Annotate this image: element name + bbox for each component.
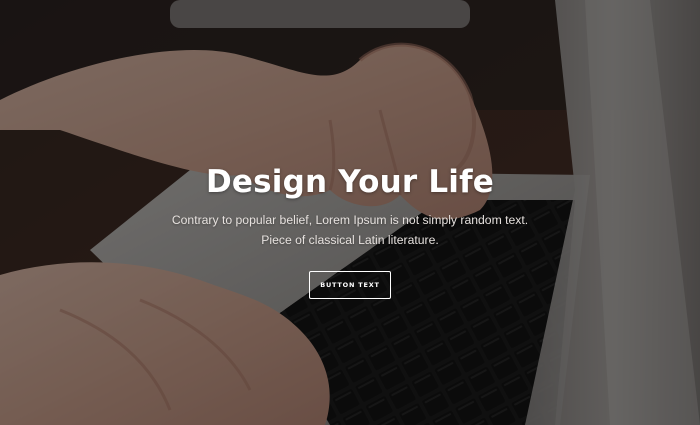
hero-title: Design Your Life — [205, 164, 495, 200]
hero-section: Design Your Life Contrary to popular bel… — [0, 0, 700, 425]
hero-content: Design Your Life Contrary to popular bel… — [0, 160, 700, 299]
hero-cta-button[interactable]: BUTTON TEXT — [309, 271, 391, 299]
hero-subtitle: Contrary to popular belief, Lorem Ipsum … — [171, 213, 529, 247]
